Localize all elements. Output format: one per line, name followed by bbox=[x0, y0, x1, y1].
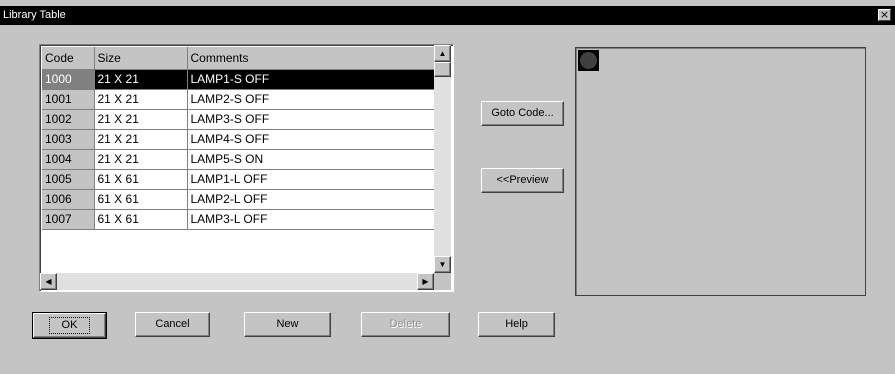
table-row[interactable]: 1005 61 X 61 LAMP1-L OFF bbox=[42, 169, 437, 190]
scrollbar-corner bbox=[434, 273, 451, 290]
code-cell[interactable]: 1003 bbox=[42, 129, 95, 150]
title-bar[interactable]: Library Table × bbox=[0, 6, 895, 25]
code-cell[interactable]: 1007 bbox=[42, 209, 95, 230]
code-cell[interactable]: 1006 bbox=[42, 189, 95, 210]
comment-cell[interactable]: LAMP2-L OFF bbox=[187, 189, 437, 210]
scroll-thumb[interactable] bbox=[434, 62, 451, 77]
comment-cell[interactable]: LAMP3-L OFF bbox=[187, 209, 437, 230]
goto-code-label: Goto Code... bbox=[491, 107, 554, 119]
scroll-up-button[interactable]: ▲ bbox=[434, 45, 451, 62]
help-label: Help bbox=[505, 318, 528, 330]
comment-cell[interactable]: LAMP3-S OFF bbox=[187, 109, 437, 130]
scroll-down-button[interactable]: ▼ bbox=[434, 256, 451, 273]
library-grid: Code Size Comments 1000 21 X 21 LAMP1-S OF… bbox=[42, 47, 437, 230]
comment-cell[interactable]: LAMP1-S OFF bbox=[187, 69, 437, 90]
horizontal-scrollbar[interactable]: ◀ ▶ bbox=[40, 273, 434, 290]
scroll-left-button[interactable]: ◀ bbox=[40, 273, 57, 290]
arrow-up-icon: ▲ bbox=[438, 49, 447, 58]
comment-cell[interactable]: LAMP4-S OFF bbox=[187, 129, 437, 150]
window-title: Library Table bbox=[3, 9, 66, 21]
ok-default-frame: OK bbox=[32, 312, 107, 339]
new-label: New bbox=[276, 318, 299, 330]
column-header-code[interactable]: Code bbox=[42, 47, 95, 70]
delete-button[interactable]: Delete bbox=[361, 312, 450, 337]
code-cell[interactable]: 1001 bbox=[42, 89, 95, 110]
preview-label: <<Preview bbox=[496, 174, 549, 186]
size-cell[interactable]: 61 X 61 bbox=[94, 169, 188, 190]
preview-button[interactable]: <<Preview bbox=[481, 168, 564, 193]
comment-cell[interactable]: LAMP5-S ON bbox=[187, 149, 437, 170]
table-row[interactable]: 1001 21 X 21 LAMP2-S OFF bbox=[42, 89, 437, 110]
ok-button[interactable]: OK bbox=[33, 313, 106, 338]
code-cell[interactable]: 1004 bbox=[42, 149, 95, 170]
table-row[interactable]: 1004 21 X 21 LAMP5-S ON bbox=[42, 149, 437, 170]
size-cell[interactable]: 21 X 21 bbox=[94, 89, 188, 110]
size-cell[interactable]: 61 X 61 bbox=[94, 209, 188, 230]
dialog-body: Code Size Comments 1000 21 X 21 LAMP1-S OF… bbox=[0, 25, 895, 374]
close-button[interactable]: × bbox=[878, 9, 891, 21]
arrow-down-icon: ▼ bbox=[438, 260, 447, 269]
goto-code-button[interactable]: Goto Code... bbox=[481, 101, 564, 126]
help-button[interactable]: Help bbox=[478, 312, 555, 337]
delete-label: Delete bbox=[389, 318, 422, 330]
vertical-scrollbar[interactable]: ▲ ▼ bbox=[434, 45, 451, 273]
table-row[interactable]: 1006 61 X 61 LAMP2-L OFF bbox=[42, 189, 437, 210]
table-row[interactable]: 1007 61 X 61 LAMP3-L OFF bbox=[42, 209, 437, 230]
lamp-icon bbox=[578, 50, 599, 71]
code-cell[interactable]: 1000 bbox=[42, 69, 95, 90]
size-cell[interactable]: 21 X 21 bbox=[94, 109, 188, 130]
size-cell[interactable]: 21 X 21 bbox=[94, 149, 188, 170]
comment-cell[interactable]: LAMP1-L OFF bbox=[187, 169, 437, 190]
header-row: Code Size Comments bbox=[42, 47, 437, 70]
code-cell[interactable]: 1002 bbox=[42, 109, 95, 130]
close-icon: × bbox=[879, 8, 890, 21]
new-button[interactable]: New bbox=[244, 312, 331, 337]
cancel-button[interactable]: Cancel bbox=[135, 312, 210, 337]
column-header-comments[interactable]: Comments bbox=[187, 47, 437, 70]
cancel-label: Cancel bbox=[155, 318, 190, 330]
comment-cell[interactable]: LAMP2-S OFF bbox=[187, 89, 437, 110]
preview-pane bbox=[575, 47, 866, 296]
size-cell[interactable]: 21 X 21 bbox=[94, 69, 188, 90]
table-row[interactable]: 1002 21 X 21 LAMP3-S OFF bbox=[42, 109, 437, 130]
library-table-window: Library Table × Code Size Comments 1000 2… bbox=[0, 0, 895, 374]
table-row[interactable]: 1003 21 X 21 LAMP4-S OFF bbox=[42, 129, 437, 150]
table-row[interactable]: 1000 21 X 21 LAMP1-S OFF bbox=[42, 69, 437, 90]
ok-label: OK bbox=[48, 317, 91, 334]
arrow-left-icon: ◀ bbox=[45, 277, 52, 286]
arrow-right-icon: ▶ bbox=[422, 277, 429, 286]
library-table: Code Size Comments 1000 21 X 21 LAMP1-S OF… bbox=[39, 44, 454, 292]
code-cell[interactable]: 1005 bbox=[42, 169, 95, 190]
column-header-size[interactable]: Size bbox=[94, 47, 188, 70]
scroll-right-button[interactable]: ▶ bbox=[417, 273, 434, 290]
size-cell[interactable]: 61 X 61 bbox=[94, 189, 188, 210]
size-cell[interactable]: 21 X 21 bbox=[94, 129, 188, 150]
